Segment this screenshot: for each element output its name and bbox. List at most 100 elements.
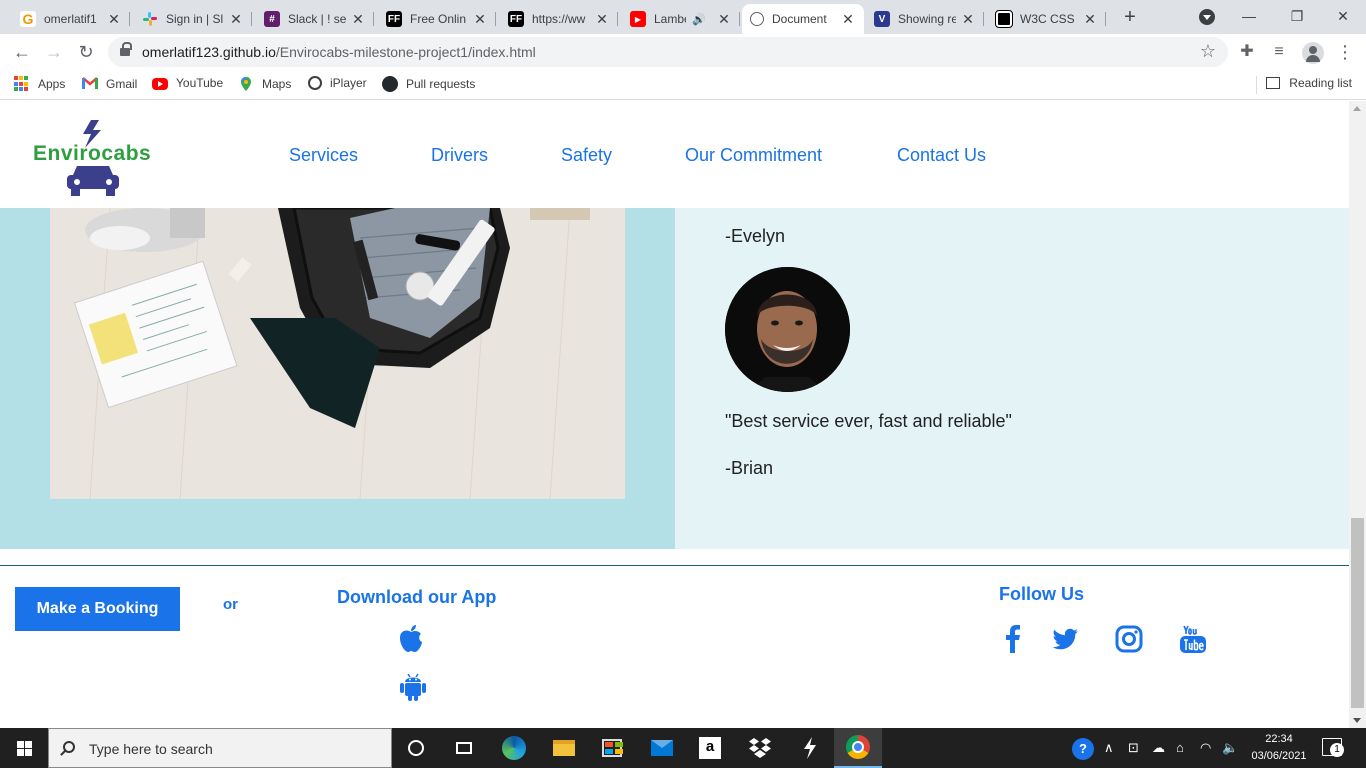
new-tab-button[interactable]: +	[1118, 6, 1142, 30]
youtube-icon	[152, 77, 168, 90]
bookmarks-bar: Apps Gmail YouTube Maps iPlayer Pull req…	[0, 70, 1366, 100]
reading-list-button[interactable]: Reading list	[1266, 76, 1352, 90]
bookmark-star-icon[interactable]: ☆	[1200, 41, 1216, 62]
bookmark-apps[interactable]: Apps	[14, 76, 65, 92]
gmail-icon	[82, 76, 98, 92]
apple-icon[interactable]	[398, 624, 426, 654]
testimonial-author: -Brian	[725, 458, 774, 478]
reload-button[interactable]: ↻	[74, 40, 98, 64]
show-hidden-icons-chevron-icon[interactable]: ∧	[1104, 740, 1114, 756]
usb-icon[interactable]: ⌂	[1176, 740, 1184, 755]
nav-our-commitment[interactable]: Our Commitment	[685, 145, 822, 166]
bookmark-gmail[interactable]: Gmail	[82, 76, 137, 92]
page-scrollbar[interactable]	[1349, 101, 1366, 728]
page-viewport: -Evelyn "Best service ever, fast and rel…	[0, 101, 1366, 728]
menu-icon[interactable]: ⋮	[1334, 41, 1356, 63]
scrollbar-thumb[interactable]	[1351, 518, 1364, 708]
instagram-icon[interactable]	[1113, 623, 1145, 655]
help-icon[interactable]: ?	[1072, 738, 1094, 760]
slack-icon	[142, 11, 158, 27]
download-app-title: Download our App	[337, 587, 497, 607]
file-explorer-icon[interactable]	[540, 728, 588, 768]
dropbox-icon[interactable]	[736, 728, 784, 768]
reading-list-icon	[1266, 77, 1281, 89]
ff-icon: FF	[386, 11, 402, 27]
lock-icon[interactable]	[120, 42, 132, 57]
twitter-icon[interactable]	[1049, 623, 1081, 655]
suitcase-photo	[50, 208, 625, 499]
cortana-icon[interactable]	[392, 728, 440, 768]
browser-tab[interactable]: W3C CSS V✕	[988, 4, 1106, 34]
browser-tab[interactable]: G omerlatif1 ✕	[12, 4, 130, 34]
mail-icon[interactable]	[638, 728, 686, 768]
close-tab-icon[interactable]: ✕	[228, 11, 244, 28]
wifi-icon[interactable]: ◠	[1200, 740, 1211, 756]
system-clock[interactable]: 22:34 03/06/2021	[1250, 731, 1308, 765]
close-window-button[interactable]: ✕	[1320, 0, 1366, 34]
taskbar-search[interactable]: Type here to search	[48, 728, 392, 768]
audio-playing-icon[interactable]: 🔊	[692, 13, 706, 26]
back-button[interactable]: ←	[10, 40, 34, 64]
browser-tab[interactable]: FF https://ww ✕	[500, 4, 618, 34]
browser-tab[interactable]: Sign in | Sl ✕	[134, 4, 252, 34]
chrome-taskbar-icon[interactable]	[834, 728, 882, 768]
close-tab-icon[interactable]: ✕	[106, 11, 122, 28]
nav-contact-us[interactable]: Contact Us	[897, 145, 986, 166]
bookmark-maps[interactable]: Maps	[238, 76, 291, 92]
git-tool-icon[interactable]	[786, 728, 834, 768]
onedrive-icon[interactable]: ☁	[1152, 740, 1165, 756]
nav-drivers[interactable]: Drivers	[431, 145, 488, 166]
microsoft-store-icon[interactable]	[588, 728, 636, 768]
maps-icon	[238, 76, 254, 92]
close-tab-icon[interactable]: ✕	[594, 11, 610, 28]
browser-tab-active[interactable]: Document ✕	[742, 4, 864, 34]
browser-tab[interactable]: ▶ Lambe🔊✕	[622, 4, 740, 34]
scroll-down-arrow[interactable]	[1353, 718, 1361, 723]
url-text[interactable]: omerlatif123.github.io/Envirocabs-milest…	[142, 44, 536, 60]
forward-button[interactable]: →	[42, 40, 66, 64]
github-icon	[382, 76, 398, 92]
volume-icon[interactable]: 🔈	[1222, 740, 1238, 756]
envirocabs-logo[interactable]: Envirocabs	[33, 120, 153, 200]
tab-search-icon[interactable]	[1199, 9, 1215, 25]
facebook-icon[interactable]	[997, 623, 1029, 655]
edge-icon[interactable]	[490, 728, 538, 768]
media-control-icon[interactable]: ≡	[1268, 41, 1290, 63]
meet-now-icon[interactable]: ⊡	[1128, 740, 1139, 756]
bookmark-youtube[interactable]: YouTube	[152, 76, 223, 90]
taskbar: Type here to search a ? ∧ ⊡ ☁ ⌂ ◠ 🔈 22:3…	[0, 728, 1366, 768]
footer-divider	[0, 565, 1349, 566]
amazon-icon[interactable]: a	[686, 728, 734, 768]
browser-tab[interactable]: FF Free Onlin ✕	[378, 4, 496, 34]
globe-icon	[750, 12, 764, 26]
scroll-up-arrow[interactable]	[1353, 106, 1361, 111]
browser-tab[interactable]: # Slack | ! se ✕	[256, 4, 374, 34]
restore-button[interactable]: ❐	[1274, 0, 1320, 34]
browser-tab[interactable]: V Showing re ✕	[866, 4, 984, 34]
extensions-icon[interactable]: ✚	[1236, 41, 1258, 63]
globe-icon	[308, 76, 322, 90]
close-tab-icon[interactable]: ✕	[716, 11, 732, 28]
close-tab-icon[interactable]: ✕	[350, 11, 366, 28]
youtube-icon[interactable]	[1177, 623, 1209, 655]
testimonial-author: -Evelyn	[725, 226, 786, 246]
nav-services[interactable]: Services	[289, 145, 358, 166]
bookmark-iplayer[interactable]: iPlayer	[308, 76, 367, 90]
start-button[interactable]	[0, 728, 48, 768]
youtube-icon: ▶	[630, 11, 646, 27]
android-icon[interactable]	[400, 672, 428, 702]
nav-safety[interactable]: Safety	[561, 145, 612, 166]
g-icon: G	[20, 11, 36, 27]
close-tab-icon[interactable]: ✕	[840, 11, 856, 28]
task-view-icon[interactable]	[440, 728, 488, 768]
profile-avatar[interactable]	[1302, 42, 1324, 64]
make-booking-button[interactable]: Make a Booking	[15, 587, 180, 631]
close-tab-icon[interactable]: ✕	[1082, 11, 1098, 28]
address-bar[interactable]: omerlatif123.github.io/Envirocabs-milest…	[108, 37, 1228, 67]
notification-badge: 1	[1330, 743, 1344, 757]
close-tab-icon[interactable]: ✕	[960, 11, 976, 28]
bookmark-pull-requests[interactable]: Pull requests	[382, 76, 475, 92]
slack-icon: #	[264, 11, 280, 27]
minimize-button[interactable]: —	[1226, 0, 1272, 34]
close-tab-icon[interactable]: ✕	[472, 11, 488, 28]
